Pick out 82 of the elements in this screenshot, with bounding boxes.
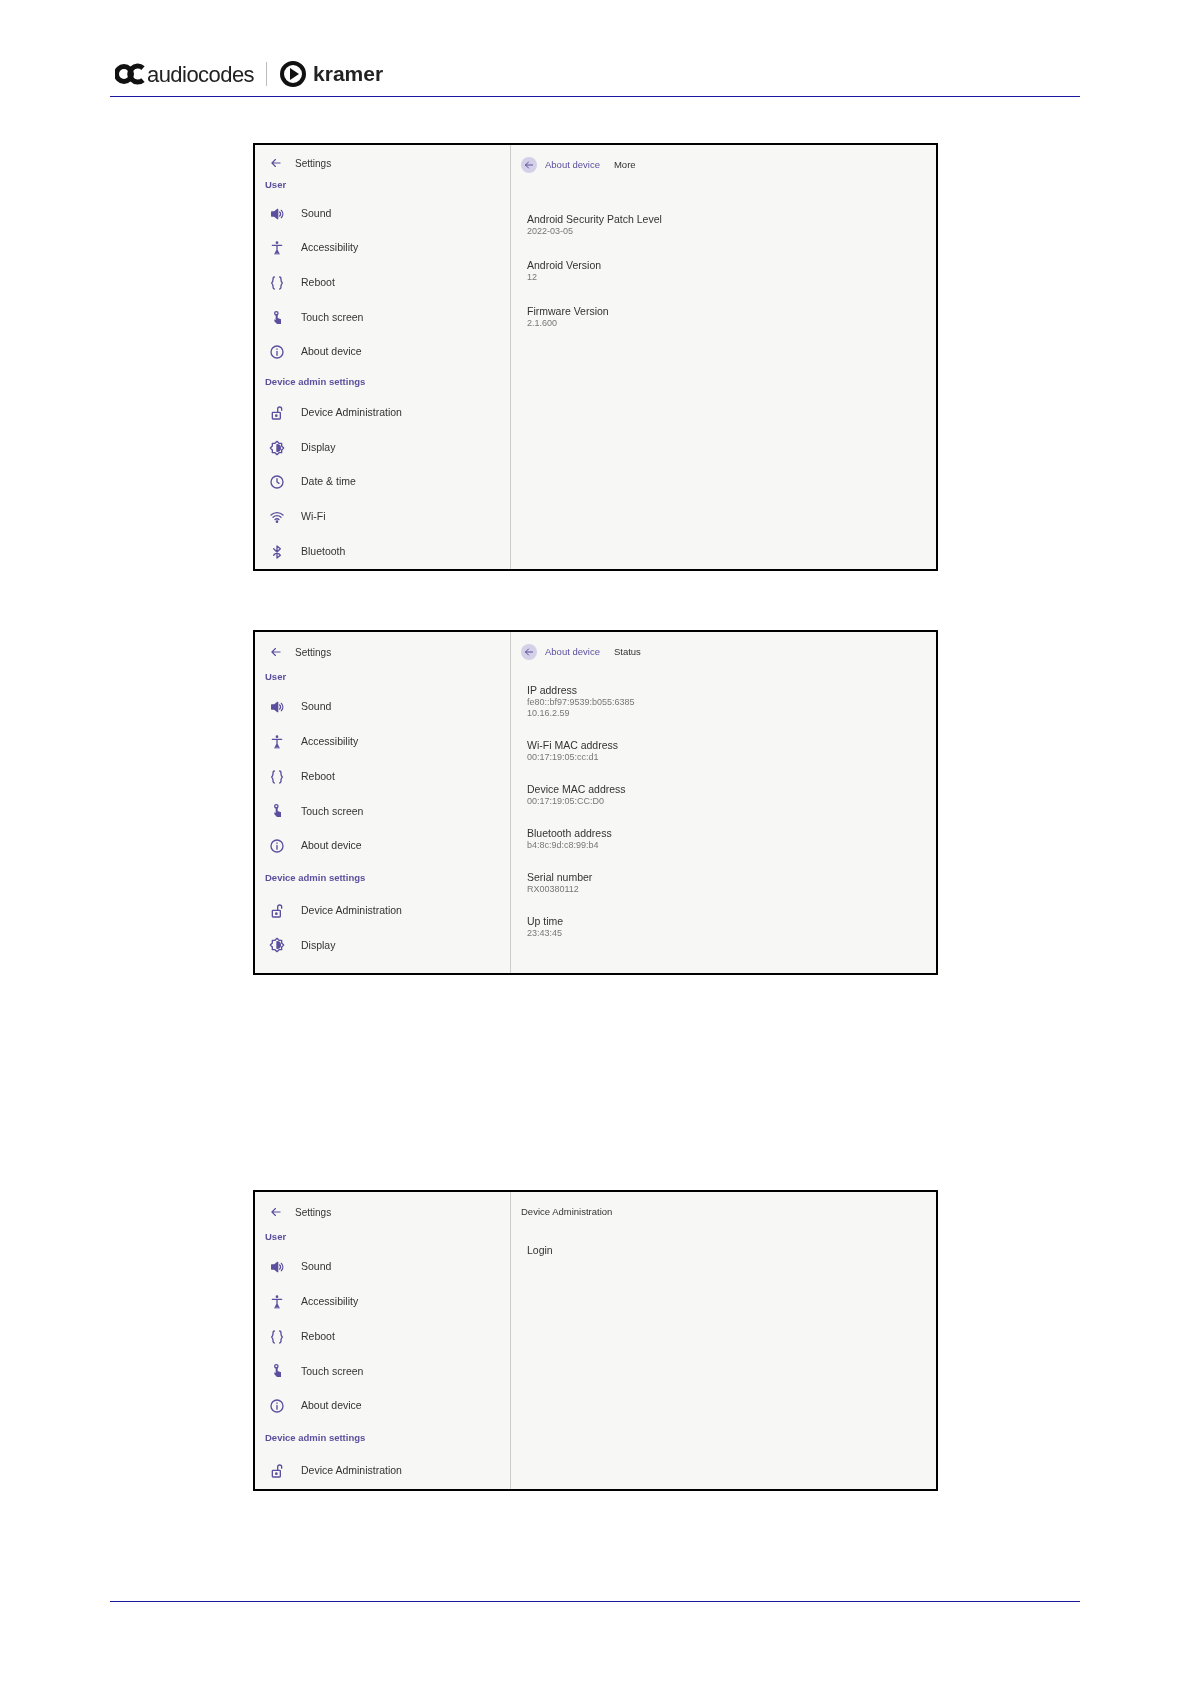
settings-item[interactable]: Accessibility xyxy=(255,230,510,266)
unlock-icon xyxy=(269,404,285,421)
entry-value: 10.16.2.59 xyxy=(527,708,571,719)
section-label: Device admin settings xyxy=(265,375,366,390)
entry-value: 00:17:19:05:cc:d1 xyxy=(527,752,600,763)
braces-icon xyxy=(269,274,285,291)
clock-icon xyxy=(269,474,285,491)
settings-item[interactable]: Touch screen xyxy=(255,794,510,829)
settings-item[interactable]: Display xyxy=(255,928,510,963)
settings-item[interactable]: Device Administration xyxy=(255,893,510,929)
back-arrow-icon xyxy=(523,159,535,171)
entry-value: 23:43:45 xyxy=(527,928,564,939)
settings-item[interactable]: Accessibility xyxy=(255,724,510,760)
entry-label: Device MAC address xyxy=(527,783,627,796)
settings-item[interactable]: Reboot xyxy=(255,265,510,301)
entry-value: b4:8c:9d:c8:99:b4 xyxy=(527,840,600,851)
settings-item[interactable]: Date & time xyxy=(255,464,510,500)
settings-item[interactable]: Wi-Fi xyxy=(255,499,510,535)
unlock-icon xyxy=(269,902,285,919)
entry-value: 00:17:19:05:CC:D0 xyxy=(527,796,606,807)
settings-item[interactable]: Display xyxy=(255,430,510,465)
section-label: Device admin settings xyxy=(265,1431,366,1446)
settings-item[interactable]: About device xyxy=(255,334,510,370)
entry-value: 2.1.600 xyxy=(527,318,559,329)
entry-value: RX00380112 xyxy=(527,884,580,895)
sidebar-title: Settings xyxy=(295,1205,332,1220)
entry-value: 2022-03-05 xyxy=(527,226,575,237)
entry-label: Firmware Version xyxy=(527,305,610,318)
section-label: User xyxy=(265,669,287,684)
settings-item[interactable]: Device Administration xyxy=(255,1453,510,1489)
settings-item[interactable]: Device Administration xyxy=(255,395,510,431)
settings-item[interactable]: About device xyxy=(255,828,510,864)
brightness-icon xyxy=(269,439,285,456)
person-icon xyxy=(269,734,285,751)
settings-item[interactable]: Touch screen xyxy=(255,1354,510,1389)
entry-label: Bluetooth address xyxy=(527,827,613,840)
settings-item[interactable]: Reboot xyxy=(255,1319,510,1355)
page-title: More xyxy=(613,157,636,172)
info-icon xyxy=(269,838,285,855)
person-icon xyxy=(269,1294,285,1311)
entry-label: Android Security Patch Level xyxy=(527,213,663,226)
logo-icon xyxy=(115,63,145,85)
settings-item[interactable]: About device xyxy=(255,1388,510,1424)
sidebar-title: Settings xyxy=(295,645,332,660)
entry-label: Login xyxy=(527,1244,554,1257)
person-icon xyxy=(269,240,285,257)
back-arrow-icon xyxy=(269,645,283,659)
back-arrow-icon xyxy=(523,646,535,658)
braces-icon xyxy=(269,768,285,785)
breadcrumb-link[interactable]: About device xyxy=(545,157,600,173)
back-button[interactable] xyxy=(521,157,537,173)
settings-item[interactable]: Reboot xyxy=(255,759,510,795)
entry-value: fe80::bf97:9539:b055:6385 xyxy=(527,697,636,708)
section-label: User xyxy=(265,1229,287,1244)
entry-label: Up time xyxy=(527,915,565,928)
brand-name: audiocodes xyxy=(147,60,255,89)
entry-value: 12 xyxy=(527,272,538,283)
entry-label: IP address xyxy=(527,684,578,697)
entry-label: Wi-Fi MAC address xyxy=(527,739,619,752)
settings-item[interactable]: Bluetooth xyxy=(255,534,510,569)
info-icon xyxy=(269,344,285,361)
settings-item[interactable]: Sound xyxy=(255,196,510,231)
info-icon xyxy=(269,1398,285,1415)
section-label: User xyxy=(265,177,287,192)
settings-item[interactable]: Touch screen xyxy=(255,300,510,335)
unlock-icon xyxy=(269,1462,285,1479)
logo-icon xyxy=(279,60,308,88)
settings-item[interactable]: Sound xyxy=(255,1250,510,1285)
page-title: Status xyxy=(613,644,641,659)
entry-label: Android Version xyxy=(527,259,603,272)
settings-item[interactable]: Sound xyxy=(255,690,510,725)
braces-icon xyxy=(269,1328,285,1345)
back-button[interactable] xyxy=(521,644,537,660)
back-arrow-icon xyxy=(269,1205,283,1219)
breadcrumb-link[interactable]: About device xyxy=(545,644,600,660)
entry-label: Serial number xyxy=(527,871,594,884)
settings-item[interactable]: Accessibility xyxy=(255,1284,510,1320)
brand-name: kramer xyxy=(313,61,384,88)
brightness-icon xyxy=(269,937,285,954)
section-label: Device admin settings xyxy=(265,871,366,886)
sidebar-title: Settings xyxy=(295,156,332,171)
page-title: Device Administration xyxy=(521,1204,613,1219)
